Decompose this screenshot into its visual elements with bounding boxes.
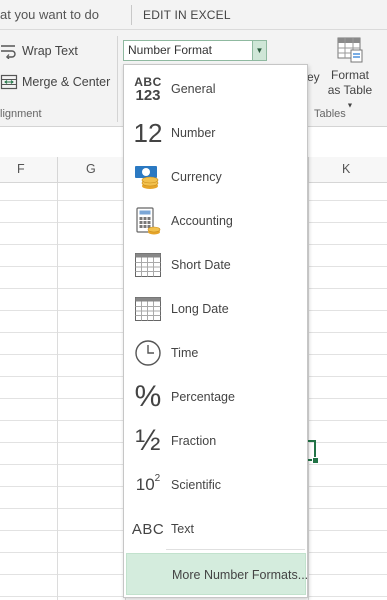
menu-item-scientific[interactable]: 10 2 Scientific — [124, 463, 307, 507]
column-divider — [57, 157, 58, 182]
more-number-formats-button[interactable]: More Number Formats... — [126, 553, 309, 595]
menu-item-label: Time — [171, 346, 199, 360]
merge-center-icon — [0, 74, 18, 90]
menu-item-label: Fraction — [171, 434, 217, 448]
menu-item-accounting[interactable]: Accounting — [124, 199, 307, 243]
tell-me-search[interactable]: at you want to do — [0, 7, 99, 22]
menu-item-label: Percentage — [171, 390, 235, 404]
edit-in-excel-button[interactable]: EDIT IN EXCEL — [143, 8, 231, 22]
fraction-icon: ½ — [135, 424, 161, 457]
menu-item-currency[interactable]: Currency — [124, 155, 307, 199]
menu-item-number[interactable]: 12 Number — [124, 111, 307, 155]
command-bar-divider — [131, 5, 132, 25]
abc-123-icon: ABC 123 — [134, 75, 162, 104]
menu-item-short-date[interactable]: Short Date — [124, 243, 307, 287]
alignment-group-label: lignment — [0, 108, 42, 120]
menu-item-label: Long Date — [171, 302, 229, 316]
wrap-text-button[interactable]: Wrap Text — [0, 43, 78, 60]
tables-group-label: Tables — [314, 108, 346, 120]
number-12-icon: 12 — [133, 117, 163, 148]
number-format-dropdown[interactable]: Number Format ▼ — [123, 40, 267, 61]
format-as-table-label-2: as Table — [327, 83, 373, 97]
menu-item-label: Short Date — [171, 258, 231, 272]
column-divider — [308, 157, 309, 182]
menu-item-label: Accounting — [171, 214, 233, 228]
accounting-icon — [132, 205, 164, 237]
menu-item-label: Text — [171, 522, 194, 536]
scientific-icon: 10 2 — [135, 472, 161, 495]
menu-item-text[interactable]: ABC Text — [124, 507, 307, 551]
format-as-table-button[interactable]: Format as Table ▼ — [323, 36, 377, 113]
menu-item-time[interactable]: Time — [124, 331, 307, 375]
abc-text-icon: ABC — [131, 520, 165, 538]
caret-down-icon: ▼ — [346, 102, 354, 110]
column-header-f[interactable]: F — [17, 162, 25, 176]
currency-icon — [132, 161, 164, 193]
number-format-value: Number Format — [128, 43, 213, 57]
clock-icon — [132, 337, 164, 369]
ribbon-group-divider — [117, 36, 118, 122]
command-bar: at you want to do EDIT IN EXCEL — [0, 0, 387, 30]
menu-item-label: Scientific — [171, 478, 222, 492]
more-number-formats-label: More Number Formats... — [172, 568, 309, 582]
format-as-table-icon — [335, 37, 365, 67]
menu-item-general[interactable]: ABC 123 General — [124, 67, 307, 111]
format-as-table-label-1: Format — [330, 68, 369, 82]
column-header-k[interactable]: K — [342, 162, 350, 176]
menu-divider — [166, 549, 305, 550]
long-date-calendar-icon — [132, 293, 164, 325]
merge-center-label: Merge & Center — [22, 75, 111, 89]
wrap-text-label: Wrap Text — [22, 44, 78, 58]
merge-center-button[interactable]: Merge & Center — [0, 74, 110, 90]
menu-item-label: General — [171, 82, 216, 96]
fill-handle[interactable] — [312, 457, 319, 464]
percent-icon: % — [134, 380, 162, 413]
short-date-calendar-icon — [132, 249, 164, 281]
menu-item-long-date[interactable]: Long Date — [124, 287, 307, 331]
wrap-text-icon — [0, 43, 18, 60]
menu-item-label: Currency — [171, 170, 222, 184]
chevron-down-icon[interactable]: ▼ — [252, 41, 266, 60]
menu-item-fraction[interactable]: ½ Fraction — [124, 419, 307, 463]
menu-item-label: Number — [171, 126, 216, 140]
menu-item-percentage[interactable]: % Percentage — [124, 375, 307, 419]
number-format-menu: ABC 123 General 12 Number Currency Accou… — [123, 64, 308, 598]
styles-button-fragment[interactable]: ey — [307, 70, 320, 84]
column-header-g[interactable]: G — [86, 162, 96, 176]
